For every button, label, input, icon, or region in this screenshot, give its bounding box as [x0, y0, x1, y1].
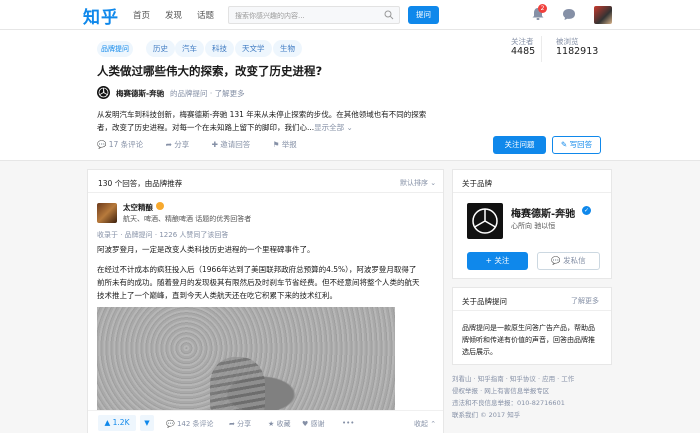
search-input[interactable]: 搜索你感兴趣的内容... [228, 6, 400, 24]
answer-thanks[interactable]: ♥ 感谢 [302, 419, 325, 429]
answer-comments-label: 142 条评论 [176, 420, 214, 428]
topic-history[interactable]: 历史 [146, 40, 175, 57]
answers-count: 130 个回答，由品牌推荐 [98, 179, 183, 188]
send-message-button[interactable]: 💬 发私信 [537, 252, 600, 270]
answer-share-label: 分享 [237, 420, 252, 428]
write-answer-button[interactable]: ✎ 写回答 [552, 136, 601, 154]
brand-motto: 心所向 驰以恒 [511, 222, 556, 230]
collapse-button[interactable]: 收起 ⌃ [414, 419, 436, 429]
answer-share[interactable]: ➦ 分享 [229, 419, 251, 429]
follow-brand-button[interactable]: + 关注 [467, 252, 528, 270]
topic-biology[interactable]: 生物 [273, 40, 302, 57]
brand-name[interactable]: 梅赛德斯-奔驰 [511, 205, 575, 220]
desc-line-2-text: 者，改变了历史进程。对每一个在未知路上留下的脚印，我们心... [97, 123, 315, 132]
answer-favorite[interactable]: ★ 收藏 [268, 419, 291, 429]
user-avatar[interactable] [594, 6, 612, 24]
learn-more-link[interactable]: 了解更多 [571, 296, 599, 306]
topic-astronomy[interactable]: 天文学 [235, 40, 272, 57]
top-nav: 知乎 首页 发现 话题 搜索你感兴趣的内容... 提问 2 [0, 0, 700, 30]
report-action[interactable]: ⚑ 举报 [273, 140, 307, 149]
share-action[interactable]: ➦ 分享 [166, 140, 200, 149]
author-name[interactable]: 太空精酿 [123, 202, 153, 213]
body-line-2: 前所未有的成功。随着登月的发现极其有限然后及时刹车节省经费。但不经意间将整个人类… [97, 278, 420, 287]
nav-topics[interactable]: 话题 [197, 9, 214, 21]
divider [88, 192, 443, 193]
footer-report[interactable]: 侵权举报 · 网上有害信息举报专区 [452, 385, 612, 397]
footprint-shape [210, 357, 265, 417]
body-line-1: 在经过不计成本的疯狂投入后（1966年达到了美国联邦政府总预算的4.5%），阿波… [97, 265, 417, 274]
question-header: 品牌提问 历史 汽车 科技 天文学 生物 关注者 4485 被浏览 118291… [0, 30, 700, 161]
about-brand-card: 关于品牌 梅赛德斯-奔驰 ✓ 心所向 驰以恒 + 关注 💬 发私信 [452, 169, 612, 279]
invite-label: 邀请回答 [220, 140, 251, 149]
ask-button[interactable]: 提问 [408, 6, 439, 24]
author-avatar[interactable] [97, 203, 117, 223]
upvote-button[interactable]: ▲ 1.2K [98, 415, 136, 431]
nav-home[interactable]: 首页 [133, 9, 150, 21]
verified-icon: ✓ [582, 206, 591, 215]
moon-footprint-image [97, 307, 395, 417]
notification-badge: 2 [538, 4, 547, 13]
question-description: 从发明汽车到科技创新，梅赛德斯-奔驰 131 年来从未停止探索的步伐。在其他领域… [97, 108, 447, 134]
answer-body: 在经过不计成本的疯狂投入后（1966年达到了美国联邦政府总预算的4.5%），阿波… [97, 263, 435, 302]
send-message-label: 发私信 [563, 256, 586, 265]
nav-explore[interactable]: 发现 [165, 9, 182, 21]
downvote-button[interactable]: ▼ [140, 415, 154, 431]
topic-cars[interactable]: 汽车 [175, 40, 204, 57]
about-brand-question-card: 关于品牌提问 了解更多 品牌提问是一款原生问答广告产品，帮助品牌倾听和传递有价值… [452, 287, 612, 365]
divider [453, 192, 611, 193]
topic-tech[interactable]: 科技 [205, 40, 234, 57]
brand-question-tag[interactable]: 品牌提问 [97, 41, 133, 57]
answer-comments[interactable]: 💬 142 条评论 [166, 419, 214, 429]
views-value: 1182913 [556, 46, 599, 57]
write-answer-label: 写回答 [569, 140, 593, 149]
answers-card: 130 个回答，由品牌推荐 默认排序 ⌄ 太空精酿 航天、啤酒、精酿啤酒 话题的… [87, 169, 444, 433]
comments-label: 17 条评论 [108, 140, 144, 149]
answer-action-bar: ▲ 1.2K ▼ 💬 142 条评论 ➦ 分享 ★ 收藏 ♥ 感谢 ••• 收起… [88, 410, 443, 433]
brand-name-link[interactable]: 梅赛德斯-奔驰 [116, 88, 164, 99]
answer-thanks-label: 感谢 [310, 420, 325, 428]
divider [453, 310, 611, 311]
report-label: 举报 [281, 140, 297, 149]
show-all-link[interactable]: 显示全部 ⌄ [314, 123, 353, 132]
footer-hotline: 违法和不良信息举报：010-82716601 [452, 399, 565, 407]
brand-question-description: 品牌提问是一款原生问答广告产品，帮助品牌倾听和传递有价值的声音，回答由品牌推选后… [462, 324, 595, 356]
answer-favorite-label: 收藏 [276, 420, 291, 428]
about-brand-question-heading: 关于品牌提问 [462, 297, 507, 306]
question-title: 人类做过哪些伟大的探索，改变了历史进程? [97, 64, 323, 78]
excellent-badge-icon [156, 202, 164, 210]
footer-links[interactable]: 刘看山 · 知乎指南 · 知乎协议 · 应用 · 工作 [452, 373, 612, 385]
share-label: 分享 [174, 140, 190, 149]
sort-dropdown[interactable]: 默认排序 ⌄ [400, 178, 436, 188]
about-brand-heading: 关于品牌 [462, 179, 492, 188]
mercedes-logo-icon[interactable] [97, 86, 110, 99]
answer-meta: 收录于 · 品牌提问 · 1226 人赞同了该回答 [97, 231, 229, 239]
mercedes-logo-icon[interactable] [467, 203, 503, 239]
author-bio: 航天、啤酒、精酿啤酒 话题的优秀回答者 [123, 215, 252, 223]
comments-action[interactable]: 💬 17 条评论 [97, 140, 153, 149]
brand-suffix[interactable]: 的品牌提问 · 了解更多 [170, 88, 245, 99]
body-line-3: 技术推上了一个巅峰，直到今天人类航天还在吃它积累下来的技术红利。 [97, 291, 337, 300]
footer: 刘看山 · 知乎指南 · 知乎协议 · 应用 · 工作 侵权举报 · 网上有害信… [452, 373, 612, 421]
question-actions: 💬 17 条评论 ➦ 分享 ✚ 邀请回答 ⚑ 举报 [97, 139, 317, 150]
more-icon[interactable]: ••• [342, 419, 354, 427]
desc-line-2: 者，改变了历史进程。对每一个在未知路上留下的脚印，我们心...显示全部 ⌄ [97, 121, 447, 134]
follow-question-button[interactable]: 关注问题 [493, 136, 546, 154]
stat-divider [541, 36, 542, 62]
desc-line-1: 从发明汽车到科技创新，梅赛德斯-奔驰 131 年来从未停止探索的步伐。在其他领域… [97, 110, 427, 119]
search-icon[interactable] [384, 10, 394, 20]
message-icon[interactable] [562, 8, 576, 21]
answer-lead: 阿波罗登月，一定是改变人类科技历史进程的一个里程碑事件了。 [97, 245, 315, 254]
zhihu-logo[interactable]: 知乎 [83, 3, 119, 28]
invite-action[interactable]: ✚ 邀请回答 [212, 140, 261, 149]
search-placeholder: 搜索你感兴趣的内容... [235, 12, 305, 20]
followers-value[interactable]: 4485 [511, 46, 535, 57]
footer-copyright: 联系我们 © 2017 知乎 [452, 411, 521, 419]
